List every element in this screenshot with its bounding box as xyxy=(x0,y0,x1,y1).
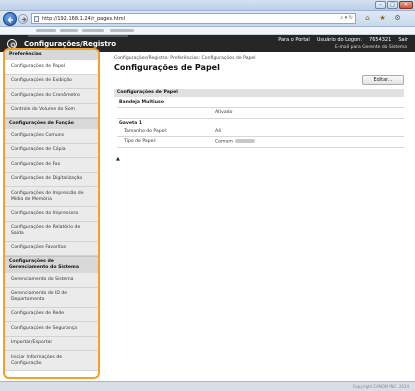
favorite-item[interactable] xyxy=(110,29,134,32)
back-button[interactable] xyxy=(3,12,17,26)
portal-link[interactable]: Para o Portal xyxy=(278,37,310,43)
sidebar-item-common-settings[interactable]: Configurações Comuns xyxy=(5,129,98,144)
sidebar-item-network-settings[interactable]: Configurações de Rede xyxy=(5,307,98,322)
divider xyxy=(117,107,404,108)
arrow-right-icon xyxy=(21,16,27,23)
multipurpose-tray-value: Ativado xyxy=(215,110,233,115)
sidebar-section-function-settings: Configurações de Função xyxy=(5,118,98,129)
paper-type-label: Tipo de Papel: xyxy=(124,139,157,144)
sidebar-item-display-settings[interactable]: Configurações de Exibição xyxy=(5,74,98,89)
sidebar-item-memory-media-print[interactable]: Configurações de Impressão de Mídia de M… xyxy=(5,187,98,207)
drawer-1-heading: Gaveta 1 xyxy=(119,121,143,126)
favorites-bar xyxy=(0,27,415,35)
sidebar-item-scan-settings[interactable]: Configurações de Digitalização xyxy=(5,172,98,187)
sidebar-item-import-export[interactable]: Importar/Exportar xyxy=(5,336,98,351)
sidebar-item-department-id[interactable]: Gerenciamento de ID de Departamento xyxy=(5,287,98,308)
browser-statusbar: Copyright CANON INC. 2014 xyxy=(0,381,415,391)
sidebar-item-security-settings[interactable]: Configurações de Segurança xyxy=(5,322,98,337)
forward-button[interactable] xyxy=(18,14,28,24)
paper-size-label: Tamanho do Papel: xyxy=(124,129,168,134)
sidebar-item-printer-settings[interactable]: Configurações da Impressora xyxy=(5,207,98,222)
favorites-icon[interactable]: ★ xyxy=(377,14,388,23)
favorite-item[interactable] xyxy=(36,29,56,32)
minimize-button[interactable]: – xyxy=(375,1,386,9)
sidebar-section-preferences: Preferências xyxy=(5,50,98,60)
sidebar-item-report-output[interactable]: Configurações de Relatório de Saída xyxy=(5,221,98,242)
copyright-text: Copyright CANON INC. 2014 xyxy=(352,384,409,389)
email-admin-link[interactable]: E-mail para Gerente do Sistema xyxy=(335,45,407,50)
page-title: Configurações de Papel xyxy=(114,63,220,72)
gear-icon[interactable]: ⚙ xyxy=(392,14,403,23)
logout-link[interactable]: Sair xyxy=(398,37,408,43)
search-refresh-icon[interactable]: ⌕ ▾ ↻ xyxy=(340,14,353,23)
sidebar-item-system-management[interactable]: Gerenciamento do Sistema xyxy=(5,273,98,288)
sidebar-item-paper-settings[interactable]: Configurações de Papel xyxy=(5,60,98,75)
address-bar[interactable]: http://192.168.1.24/r_pages.html ⌕ ▾ ↻ xyxy=(31,13,356,24)
sidebar-section-system-management: Configurações de Gerenciamento do Sistem… xyxy=(5,256,98,273)
sidebar: Preferências Configurações de Papel Conf… xyxy=(3,48,100,379)
divider xyxy=(117,136,404,137)
window-controls: – □ ✕ xyxy=(375,1,413,9)
scroll-to-top-icon[interactable]: ▲ xyxy=(116,156,120,162)
sidebar-item-timer-settings[interactable]: Configurações do Cronômetro xyxy=(5,89,98,104)
browser-navbar: http://192.168.1.24/r_pages.html ⌕ ▾ ↻ ⌂… xyxy=(0,11,415,27)
divider xyxy=(117,147,404,148)
paper-type-value: Comum xyxy=(215,139,255,145)
blurred-detail xyxy=(234,139,255,143)
device-name-blur xyxy=(28,35,128,37)
main-content: Configurações/Registro: Preferências: Co… xyxy=(102,52,415,379)
arrow-left-icon xyxy=(7,17,13,23)
edit-button[interactable]: Editar... xyxy=(362,75,404,85)
multipurpose-tray-heading: Bandeja Multiuso xyxy=(119,100,164,105)
favorite-item[interactable] xyxy=(82,29,104,32)
section-header: Configurações de Papel xyxy=(114,89,404,97)
app-title: Configurações/Registro xyxy=(24,40,117,48)
paper-type-text: Comum xyxy=(215,139,233,145)
sidebar-item-fax-settings[interactable]: Configurações de Fax xyxy=(5,158,98,173)
home-icon[interactable]: ⌂ xyxy=(362,14,373,23)
page-icon xyxy=(34,16,39,22)
close-window-button[interactable]: ✕ xyxy=(399,1,413,9)
logon-user-label: Usuário do Logon: xyxy=(316,37,363,43)
sidebar-item-favorite-settings[interactable]: Configurações Favoritas xyxy=(5,241,98,256)
sidebar-item-copy-settings[interactable]: Configurações de Cópia xyxy=(5,143,98,158)
favorite-item[interactable] xyxy=(60,29,78,32)
sidebar-item-volume-control[interactable]: Controle do Volume do Som xyxy=(5,103,98,118)
breadcrumb: Configurações/Registro: Preferências: Co… xyxy=(114,56,256,61)
browser-titlebar: – □ ✕ xyxy=(0,0,415,11)
maximize-button[interactable]: □ xyxy=(387,1,398,9)
browser-tools: ⌂ ★ ⚙ xyxy=(362,14,403,23)
divider xyxy=(117,118,404,119)
url-text[interactable]: http://192.168.1.24/r_pages.html xyxy=(42,15,125,23)
header-links: Para o Portal Usuário do Logon: 7654321 … xyxy=(278,37,408,43)
paper-size-value: A4 xyxy=(215,129,222,134)
logon-user-id: 7654321 xyxy=(369,37,392,43)
sidebar-item-init-settings[interactable]: Iniciar Informações de Configuração xyxy=(5,351,98,371)
